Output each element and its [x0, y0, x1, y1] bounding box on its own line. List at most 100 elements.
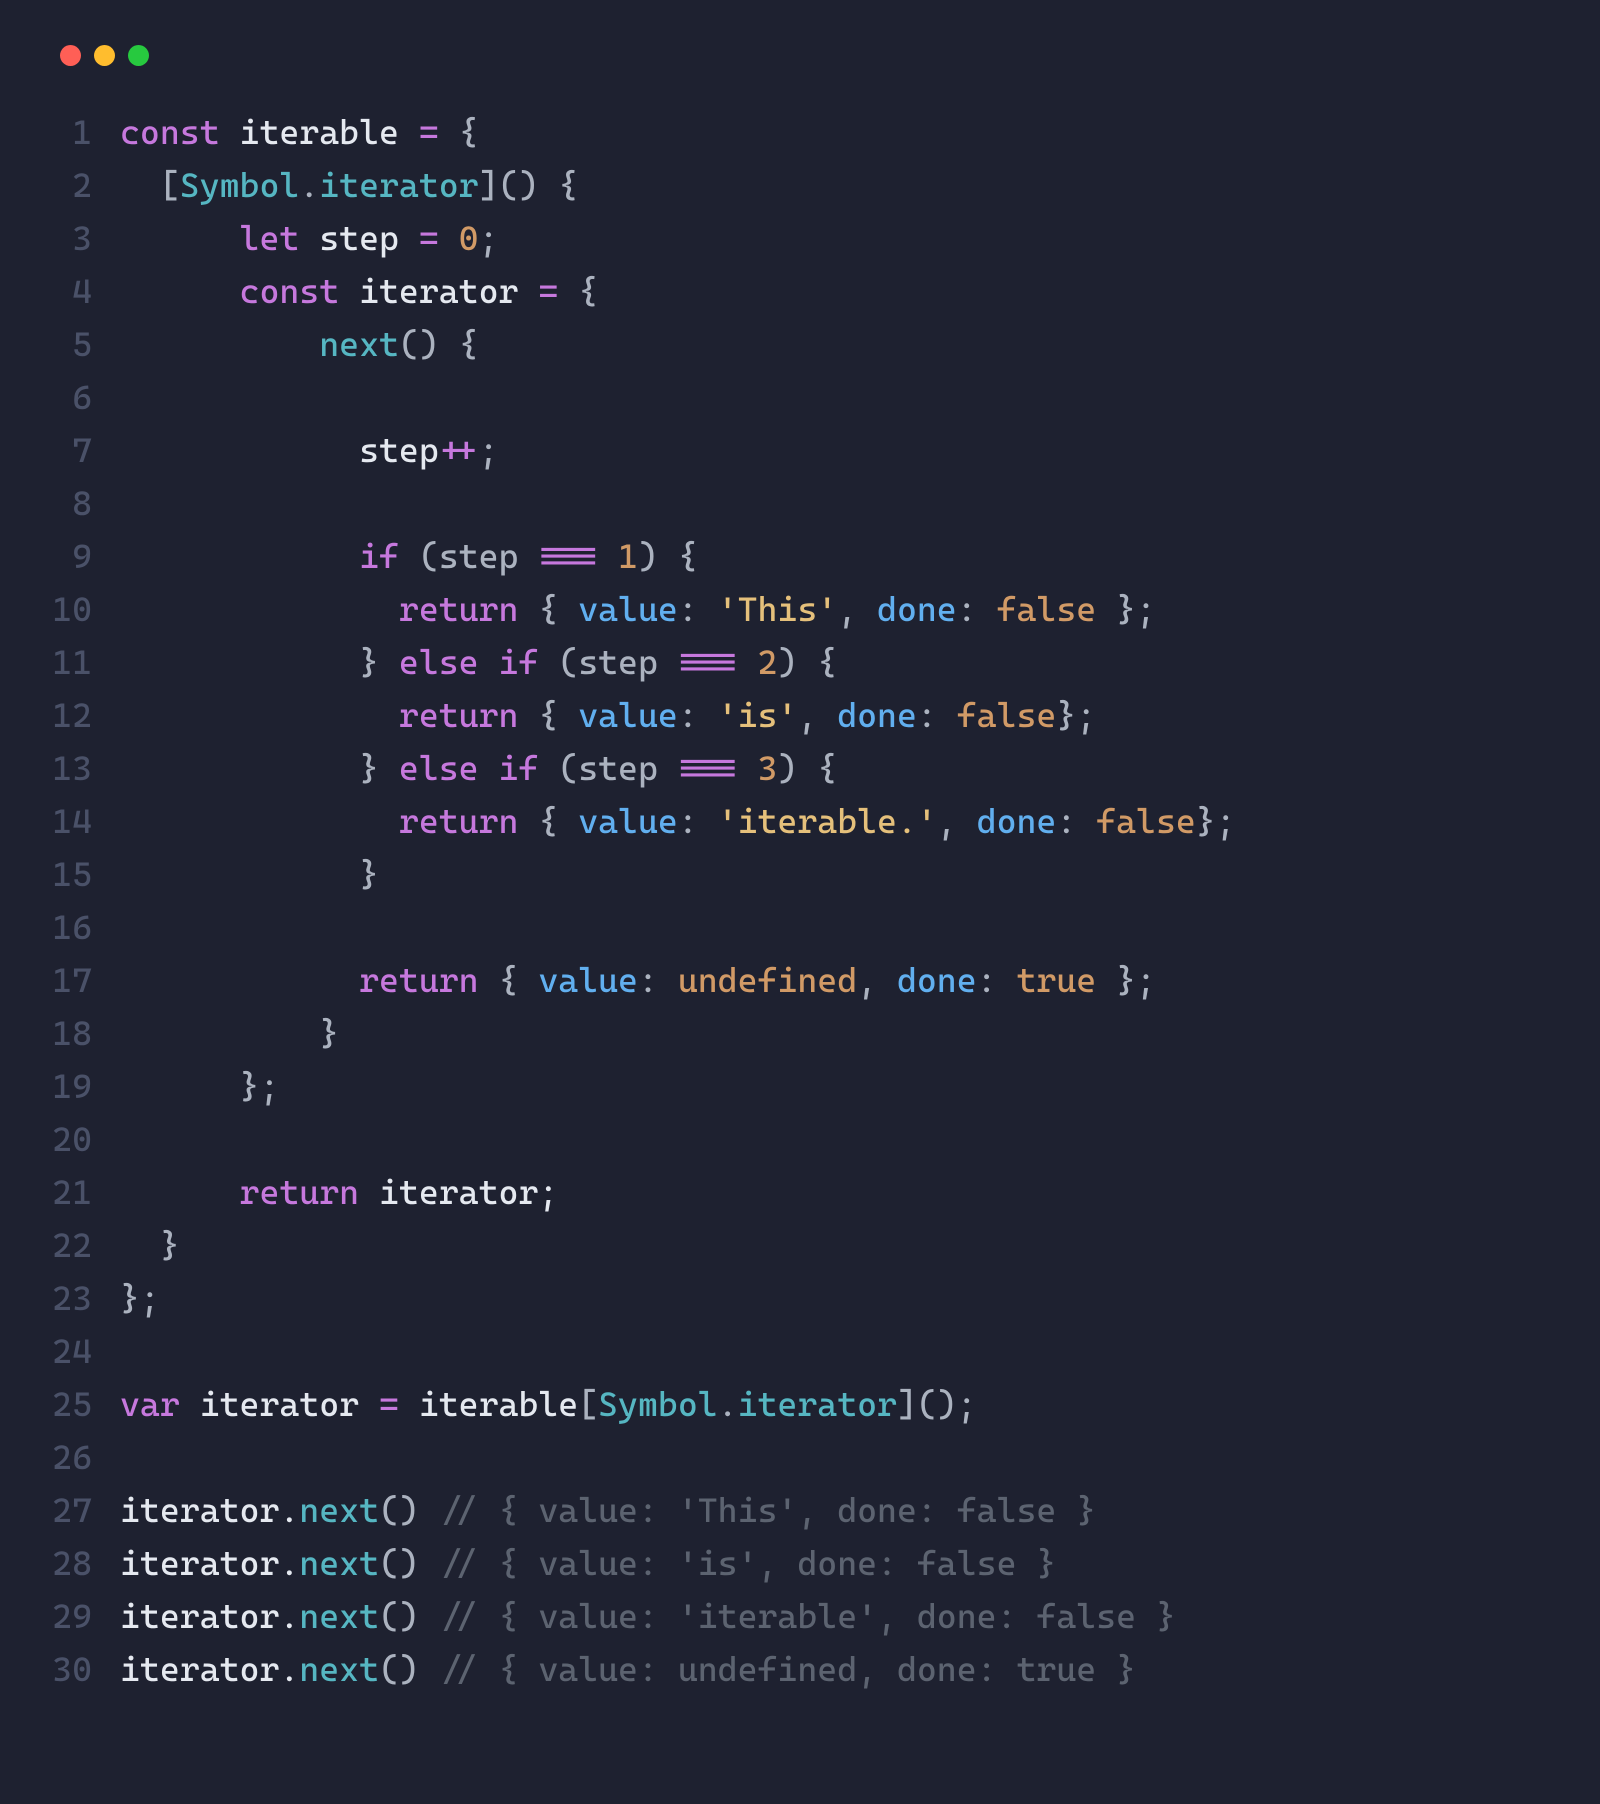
code-line[interactable]: 4 const iterator = { [40, 265, 1560, 318]
token-const: undefined [678, 960, 857, 1000]
line-number: 14 [40, 795, 120, 848]
token-ident [120, 960, 359, 1000]
code-content[interactable]: let step = 0; [120, 212, 499, 265]
token-punct: : [917, 695, 957, 735]
code-line[interactable]: 25var iterator = iterable[Symbol.iterato… [40, 1378, 1560, 1431]
token-prop: done [897, 960, 977, 1000]
token-punct: ; [479, 430, 499, 470]
code-line[interactable]: 10 return { value: 'This', done: false }… [40, 583, 1560, 636]
code-line[interactable]: 29iterator.next() // { value: 'iterable'… [40, 1590, 1560, 1643]
code-content[interactable]: } else if (step === 3) { [120, 742, 837, 795]
token-ident: iterable [220, 112, 419, 152]
code-content[interactable]: [Symbol.iterator]() { [120, 159, 578, 212]
token-ident: iterator [180, 1384, 379, 1424]
code-content[interactable]: } else if (step === 2) { [120, 636, 837, 689]
token-punct: }; [240, 1066, 280, 1106]
token-prop: value [578, 589, 678, 629]
token-kw: let [240, 218, 300, 258]
token-ident [738, 642, 758, 682]
code-content[interactable]: var iterator = iterable[Symbol.iterator]… [120, 1378, 977, 1431]
token-const: false [1096, 801, 1196, 841]
close-icon[interactable] [60, 45, 81, 66]
token-punct: [ [578, 1384, 598, 1424]
code-content[interactable]: iterator.next() // { value: 'iterable', … [120, 1590, 1176, 1643]
token-ident [120, 1013, 319, 1053]
token-op: = [379, 1384, 399, 1424]
line-number: 13 [40, 742, 120, 795]
code-content[interactable]: step++; [120, 424, 499, 477]
code-content[interactable]: iterator.next() // { value: 'is', done: … [120, 1537, 1056, 1590]
code-line[interactable]: 14 return { value: 'iterable.', done: fa… [40, 795, 1560, 848]
code-line[interactable]: 3 let step = 0; [40, 212, 1560, 265]
token-builtin: Symbol [180, 165, 300, 205]
code-content[interactable]: } [120, 1219, 180, 1272]
code-content[interactable]: iterator.next() // { value: 'This', done… [120, 1484, 1096, 1537]
line-number: 4 [40, 265, 120, 318]
line-number: 25 [40, 1378, 120, 1431]
token-ident [598, 536, 618, 576]
token-punct: , [837, 589, 877, 629]
code-line[interactable]: 18 } [40, 1007, 1560, 1060]
code-line[interactable]: 26 [40, 1431, 1560, 1484]
code-line[interactable]: 13 } else if (step === 3) { [40, 742, 1560, 795]
code-line[interactable]: 23}; [40, 1272, 1560, 1325]
code-line[interactable]: 7 step++; [40, 424, 1560, 477]
line-number: 3 [40, 212, 120, 265]
code-content[interactable]: return iterator; [120, 1166, 558, 1219]
code-content[interactable]: iterator.next() // { value: undefined, d… [120, 1643, 1136, 1696]
window-titlebar [40, 30, 1560, 96]
token-prop: value [578, 801, 678, 841]
code-editor[interactable]: 1const iterable = {2 [Symbol.iterator]()… [40, 96, 1560, 1706]
code-line[interactable]: 22 } [40, 1219, 1560, 1272]
code-content[interactable]: next() { [120, 318, 479, 371]
token-punct: ]() { [479, 165, 579, 205]
code-line[interactable]: 15 } [40, 848, 1560, 901]
code-line[interactable]: 5 next() { [40, 318, 1560, 371]
code-line[interactable]: 21 return iterator; [40, 1166, 1560, 1219]
token-kw: return [399, 589, 519, 629]
code-content[interactable]: return { value: 'iterable.', done: false… [120, 795, 1236, 848]
token-ident [120, 1172, 240, 1212]
token-op: ++ [439, 430, 479, 470]
minimize-icon[interactable] [94, 45, 115, 66]
maximize-icon[interactable] [128, 45, 149, 66]
token-punct: : [1056, 801, 1096, 841]
code-line[interactable]: 16 [40, 901, 1560, 954]
code-content[interactable]: return { value: 'is', done: false}; [120, 689, 1096, 742]
code-line[interactable]: 28iterator.next() // { value: 'is', done… [40, 1537, 1560, 1590]
code-line[interactable]: 12 return { value: 'is', done: false}; [40, 689, 1560, 742]
code-content[interactable]: return { value: undefined, done: true }; [120, 954, 1156, 1007]
token-punct: }; [1196, 801, 1236, 841]
token-ident [439, 218, 459, 258]
code-line[interactable]: 11 } else if (step === 2) { [40, 636, 1560, 689]
line-number: 11 [40, 636, 120, 689]
code-line[interactable]: 1const iterable = { [40, 106, 1560, 159]
code-content[interactable]: }; [120, 1272, 160, 1325]
code-line[interactable]: 24 [40, 1325, 1560, 1378]
token-str: 'is' [718, 695, 798, 735]
token-fn: next [299, 1490, 379, 1530]
token-punct: : [977, 960, 1017, 1000]
token-kw: const [240, 271, 340, 311]
code-line[interactable]: 20 [40, 1113, 1560, 1166]
code-content[interactable]: const iterable = { [120, 106, 479, 159]
code-line[interactable]: 2 [Symbol.iterator]() { [40, 159, 1560, 212]
code-content[interactable]: return { value: 'This', done: false }; [120, 583, 1156, 636]
token-punct: ; [479, 218, 499, 258]
code-line[interactable]: 27iterator.next() // { value: 'This', do… [40, 1484, 1560, 1537]
token-ident [120, 1225, 160, 1265]
code-line[interactable]: 8 [40, 477, 1560, 530]
code-line[interactable]: 30iterator.next() // { value: undefined,… [40, 1643, 1560, 1696]
code-line[interactable]: 9 if (step === 1) { [40, 530, 1560, 583]
code-content[interactable]: } [120, 1007, 339, 1060]
code-content[interactable]: if (step === 1) { [120, 530, 698, 583]
code-line[interactable]: 6 [40, 371, 1560, 424]
code-content[interactable]: }; [120, 1060, 279, 1113]
token-kw: return [359, 960, 479, 1000]
code-content[interactable]: } [120, 848, 379, 901]
token-ident [120, 1066, 240, 1106]
code-content[interactable]: const iterator = { [120, 265, 598, 318]
code-line[interactable]: 19 }; [40, 1060, 1560, 1113]
code-line[interactable]: 17 return { value: undefined, done: true… [40, 954, 1560, 1007]
token-ident: step [120, 430, 439, 470]
